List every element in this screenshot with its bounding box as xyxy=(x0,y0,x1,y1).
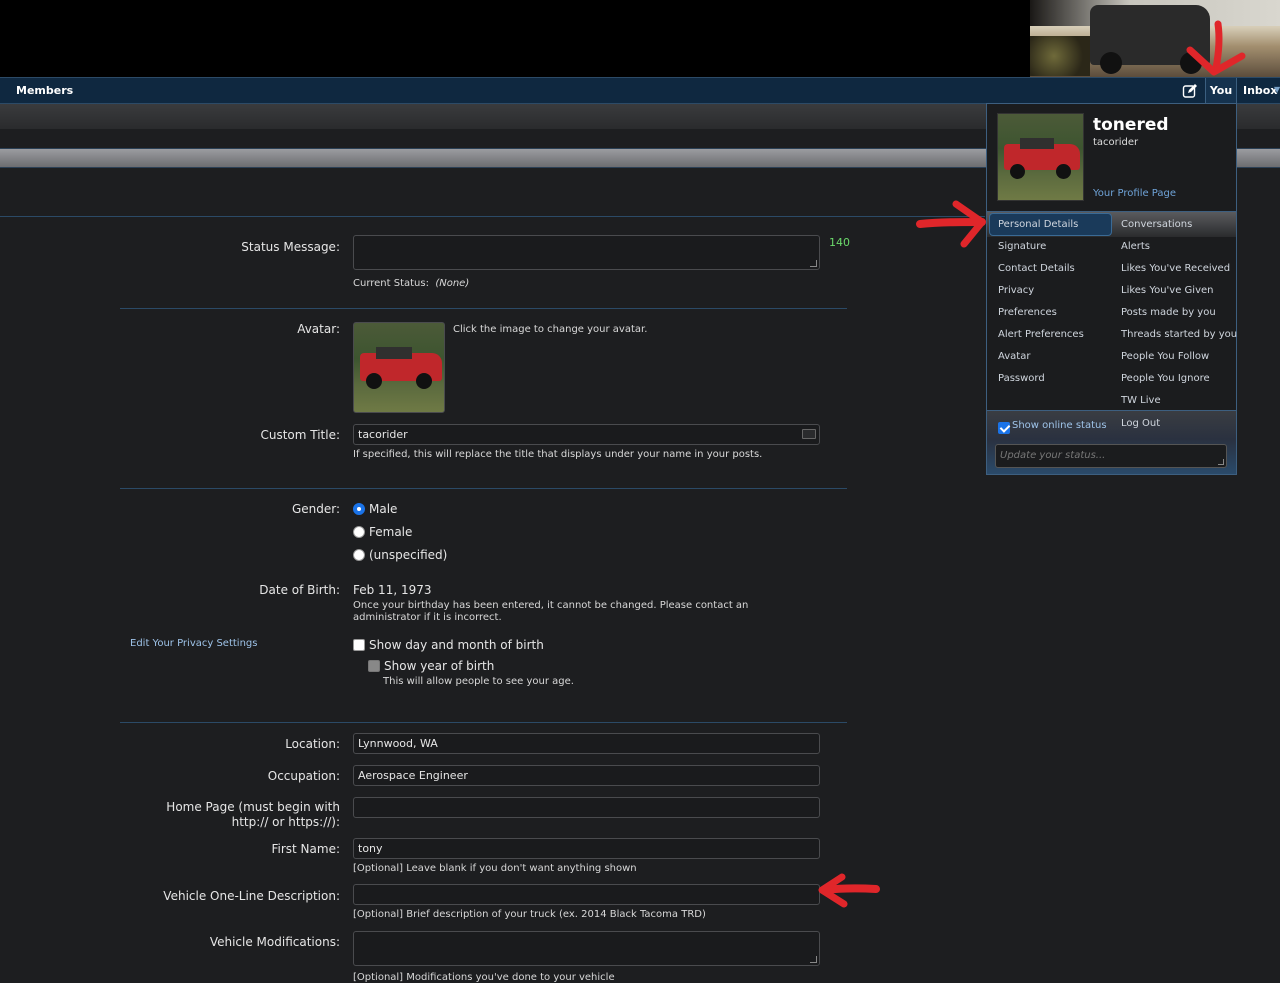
first-name-input[interactable]: tony xyxy=(353,838,820,859)
menu-item-threads[interactable]: Threads started by you xyxy=(1121,329,1237,340)
show-year-hint: This will allow people to see your age. xyxy=(383,676,574,687)
custom-title-hint: If specified, this will replace the titl… xyxy=(353,449,763,460)
vehicle-mods-textarea[interactable] xyxy=(353,931,820,966)
edit-icon[interactable] xyxy=(1182,83,1198,99)
menu-item-posts[interactable]: Posts made by you xyxy=(1121,307,1216,318)
custom-title-input[interactable]: tacorider xyxy=(353,424,820,445)
location-label: Location: xyxy=(285,737,340,751)
nav-inbox-tab[interactable]: Inbox xyxy=(1243,84,1277,97)
gender-female-label: Female xyxy=(369,525,413,539)
menu-item-avatar[interactable]: Avatar xyxy=(998,351,1030,362)
current-status-value: (None) xyxy=(435,278,470,289)
first-name-hint: [Optional] Leave blank if you don't want… xyxy=(353,863,637,874)
gender-label: Gender: xyxy=(291,502,340,516)
red-arrow-left-annotation xyxy=(818,873,880,908)
menu-item-password[interactable]: Password xyxy=(998,373,1045,384)
nav-members-tab[interactable]: Members xyxy=(16,84,73,97)
occupation-label: Occupation: xyxy=(267,769,340,783)
menu-item-alerts[interactable]: Alerts xyxy=(1121,241,1150,252)
update-status-input[interactable]: Update your status... xyxy=(995,444,1227,468)
profile-page-link[interactable]: Your Profile Page xyxy=(1093,188,1176,199)
chevron-down-icon: ▼ xyxy=(1274,85,1280,94)
red-arrow-down-annotation xyxy=(1186,20,1246,76)
avatar-hint: Click the image to change your avatar. xyxy=(453,324,648,335)
status-char-counter: 140 xyxy=(829,236,850,249)
status-message-label: Status Message: xyxy=(241,240,340,254)
id-card-icon xyxy=(802,429,816,439)
menu-item-tw-live[interactable]: TW Live xyxy=(1121,395,1161,406)
menu-item-personal-details[interactable]: Personal Details xyxy=(998,219,1078,230)
vehicle-desc-hint: [Optional] Brief description of your tru… xyxy=(353,909,706,920)
nav-bar: Members You Inbox ▼ xyxy=(0,77,1280,105)
gender-unspecified-label: (unspecified) xyxy=(369,548,448,562)
dob-value: Feb 11, 1973 xyxy=(353,583,432,597)
menu-item-preferences[interactable]: Preferences xyxy=(998,307,1057,318)
homepage-label: Home Page (must begin with http:// or ht… xyxy=(166,800,340,829)
occupation-input[interactable]: Aerospace Engineer xyxy=(353,765,820,786)
divider xyxy=(120,488,847,489)
gender-male-label: Male xyxy=(369,502,398,516)
menu-item-likes-given[interactable]: Likes You've Given xyxy=(1121,285,1214,296)
nav-you-tab[interactable]: You xyxy=(1205,78,1237,105)
avatar-label: Avatar: xyxy=(297,322,340,336)
current-status: Current Status: (None) xyxy=(353,278,469,289)
vehicle-desc-input[interactable] xyxy=(353,884,820,905)
menu-item-likes-received[interactable]: Likes You've Received xyxy=(1121,263,1230,274)
show-day-month-label: Show day and month of birth xyxy=(369,638,544,652)
first-name-label: First Name: xyxy=(271,842,340,856)
show-year-checkbox[interactable]: Show year of birth xyxy=(368,659,494,673)
dob-label: Date of Birth: xyxy=(259,583,340,597)
user-menu-footer: Show online status Log Out Update your s… xyxy=(987,410,1236,474)
log-out-link[interactable]: Log Out xyxy=(1121,418,1160,429)
gender-male-radio[interactable]: Male xyxy=(353,502,397,516)
menu-item-privacy[interactable]: Privacy xyxy=(998,285,1034,296)
vehicle-mods-hint: [Optional] Modifications you've done to … xyxy=(353,972,615,983)
homepage-input[interactable] xyxy=(353,797,820,818)
status-message-textarea[interactable] xyxy=(353,235,820,270)
divider xyxy=(120,308,847,309)
menu-item-contact-details[interactable]: Contact Details xyxy=(998,263,1075,274)
show-online-status-label[interactable]: Show online status xyxy=(1012,420,1107,431)
menu-item-ignoring[interactable]: People You Ignore xyxy=(1121,373,1210,384)
vehicle-mods-label: Vehicle Modifications: xyxy=(209,935,340,949)
user-menu-popup: tonered tacorider Your Profile Page Pers… xyxy=(986,103,1237,475)
radio-icon[interactable] xyxy=(353,526,365,538)
menu-item-alert-preferences[interactable]: Alert Preferences xyxy=(998,329,1084,340)
radio-icon[interactable] xyxy=(353,549,365,561)
red-arrow-right-annotation xyxy=(916,200,986,248)
checkbox-icon[interactable] xyxy=(368,660,380,672)
dob-hint: Once your birthday has been entered, it … xyxy=(353,600,749,623)
site-header xyxy=(0,0,1280,77)
divider xyxy=(0,216,985,217)
radio-selected-icon[interactable] xyxy=(353,503,365,515)
show-day-month-checkbox[interactable]: Show day and month of birth xyxy=(353,638,544,652)
custom-title-label: Custom Title: xyxy=(260,428,340,442)
menu-item-conversations[interactable]: Conversations xyxy=(1121,219,1192,230)
divider xyxy=(120,722,847,723)
gender-female-radio[interactable]: Female xyxy=(353,525,412,539)
checkbox-icon[interactable] xyxy=(353,639,365,651)
user-menu-avatar[interactable] xyxy=(997,113,1084,201)
avatar-image[interactable] xyxy=(353,322,445,413)
custom-title-value: tacorider xyxy=(358,428,408,441)
privacy-settings-link[interactable]: Edit Your Privacy Settings xyxy=(130,638,257,649)
user-menu-username[interactable]: tonered xyxy=(1093,115,1169,135)
online-status-checkbox[interactable] xyxy=(998,422,1010,434)
vehicle-desc-label: Vehicle One-Line Description: xyxy=(163,889,340,903)
menu-item-following[interactable]: People You Follow xyxy=(1121,351,1209,362)
show-year-label: Show year of birth xyxy=(384,659,495,673)
user-menu-title: tacorider xyxy=(1093,137,1139,148)
menu-item-signature[interactable]: Signature xyxy=(998,241,1046,252)
current-status-label: Current Status: xyxy=(353,278,429,289)
location-input[interactable]: Lynnwood, WA xyxy=(353,733,820,754)
user-menu-links: Personal Details Signature Contact Detai… xyxy=(987,211,1237,409)
gender-unspecified-radio[interactable]: (unspecified) xyxy=(353,548,447,562)
user-menu-header: tonered tacorider Your Profile Page xyxy=(987,104,1236,210)
